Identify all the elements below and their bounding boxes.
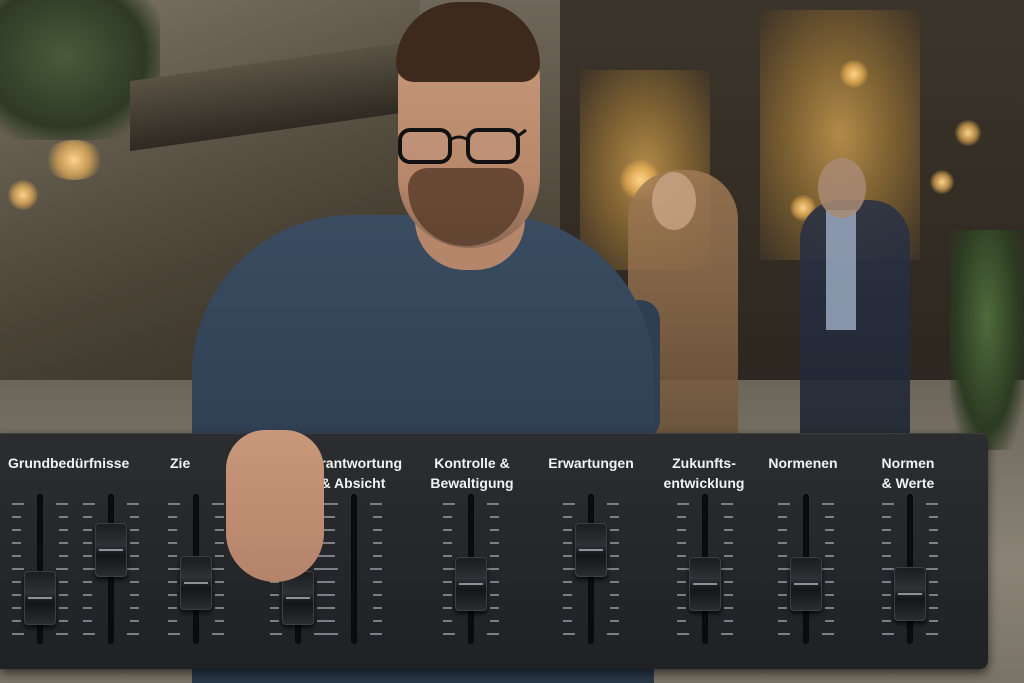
man-hand bbox=[226, 430, 324, 582]
string-light bbox=[44, 140, 104, 180]
scale-tick bbox=[882, 581, 891, 583]
scale-tick bbox=[882, 568, 894, 570]
scale-tick bbox=[929, 516, 938, 518]
scale-tick bbox=[929, 542, 938, 544]
scale-tick bbox=[882, 607, 891, 609]
scale-tick bbox=[926, 568, 938, 570]
string-light bbox=[955, 120, 981, 146]
scale-tick bbox=[929, 594, 938, 596]
fader-mixer-panel: Grundbedürfnisse Zie Verantwortung & Absic… bbox=[0, 433, 988, 669]
fader-knob[interactable] bbox=[894, 567, 926, 622]
scale-tick bbox=[882, 594, 891, 596]
fader-channel bbox=[0, 433, 988, 669]
string-light bbox=[840, 60, 868, 88]
scale-tick bbox=[882, 555, 891, 557]
background-woman-head bbox=[652, 172, 696, 230]
scale-tick bbox=[882, 620, 891, 622]
scale-tick bbox=[929, 529, 938, 531]
scale-tick bbox=[882, 516, 891, 518]
potted-plant bbox=[950, 230, 1024, 450]
scale-tick bbox=[882, 529, 891, 531]
string-light bbox=[8, 180, 38, 210]
scale-tick bbox=[929, 607, 938, 609]
scale-tick bbox=[929, 620, 938, 622]
glasses-icon bbox=[398, 128, 527, 164]
scale-tick bbox=[882, 503, 894, 505]
scale-tick bbox=[929, 581, 938, 583]
scale-tick bbox=[929, 555, 938, 557]
scale-tick bbox=[882, 542, 891, 544]
scale-tick bbox=[926, 503, 938, 505]
scale-tick bbox=[882, 633, 894, 635]
background-man-head bbox=[818, 158, 866, 218]
background-man-shirt bbox=[826, 210, 856, 330]
fader-label: Normen & Werte bbox=[881, 455, 935, 491]
scale-tick bbox=[926, 633, 938, 635]
string-light bbox=[930, 170, 954, 194]
